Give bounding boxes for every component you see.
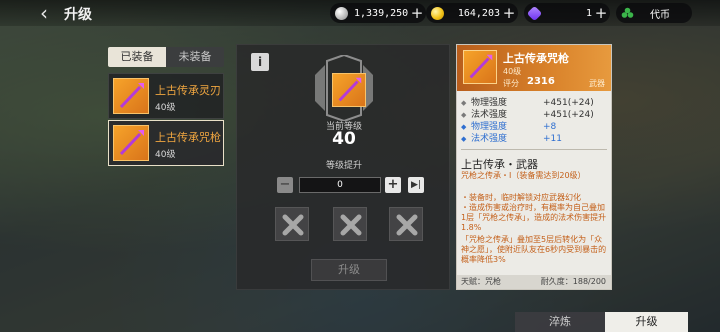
stat-row: ◆ 法术强度 +451(+24) <box>461 109 609 121</box>
set-title: 上古传承・武器 <box>461 158 538 171</box>
stat-value: +11 <box>543 134 562 144</box>
purple-gem-icon <box>526 5 543 21</box>
talent-label: 天赋：咒枪 <box>461 277 501 286</box>
card-item-level: 40级 <box>503 67 522 76</box>
card-header: 上古传承咒枪 40级 评分 2316 武器 <box>457 45 611 91</box>
currency-gem: 1 + <box>524 3 610 23</box>
equipment-level: 40级 <box>155 103 176 113</box>
top-bar: ‹ 升级 1,339,250 + 164,203 + 1 + 代币 <box>0 0 720 26</box>
set-requirement: 咒枪之传承・I（装备需达到20级） <box>461 171 586 180</box>
tab-refine[interactable]: 淬炼 <box>515 312 605 332</box>
gold-coin-icon <box>431 6 444 20</box>
durability-label: 耐久度：188/200 <box>540 277 606 286</box>
info-icon[interactable]: i <box>251 53 269 71</box>
spear-icon <box>113 78 149 114</box>
stat-row-bonus: ◆ 法术强度 +11 <box>461 133 609 145</box>
set-effect-line: 「咒枪之传承」叠加至5层后转化为「众神之愿」，使附近队友在6秒内受到暴击的概率降… <box>461 235 607 264</box>
currency-gem-value: 1 <box>585 7 592 19</box>
diamond-bullet-icon: ◆ <box>461 123 467 131</box>
clover-icon <box>621 7 634 20</box>
card-divider <box>461 149 607 150</box>
stat-name: 物理强度 <box>471 98 508 108</box>
diamond-bullet-icon: ◆ <box>461 99 467 107</box>
equipment-item[interactable]: 上古传承灵刃 40级 <box>108 73 224 119</box>
material-slot-empty[interactable] <box>389 207 423 241</box>
currency-gold-value: 164,203 <box>457 7 500 19</box>
card-footer: 天赋：咒枪 耐久度：188/200 <box>457 275 611 289</box>
cross-icon <box>340 214 362 236</box>
diamond-bullet-icon: ◆ <box>461 135 467 143</box>
cross-icon <box>282 214 304 236</box>
page-title: 升级 <box>64 7 92 23</box>
tab-upgrade[interactable]: 升级 <box>605 312 688 332</box>
increase-button[interactable]: + <box>385 177 401 193</box>
material-slot-empty[interactable] <box>275 207 309 241</box>
back-arrow-icon[interactable]: ‹ <box>40 2 62 24</box>
current-level-value: 40 <box>332 129 356 149</box>
equipment-name: 上古传承灵刃 <box>155 84 221 97</box>
item-detail-card: 上古传承咒枪 40级 评分 2316 武器 ◆ 物理强度 +451(+24) ◆… <box>456 44 612 290</box>
currency-gold: 164,203 + <box>426 3 518 23</box>
set-effect-line: ・造成伤害或治疗时，有概率为自己叠加1层「咒枪之传承」，造成的法术伤害提升1.8… <box>461 203 607 232</box>
selected-weapon-icon <box>332 73 366 107</box>
level-up-label: 等级提升 <box>325 161 362 171</box>
upgrade-button[interactable]: 升级 <box>311 259 387 281</box>
card-item-name: 上古传承咒枪 <box>503 52 569 65</box>
currency-token[interactable]: 代币 <box>616 3 692 23</box>
add-silver-button[interactable]: + <box>408 4 426 22</box>
spear-icon <box>463 50 497 84</box>
equipment-name: 上古传承咒枪 <box>155 131 221 144</box>
set-effect-line: ・装备时，临时解锁对应武器幻化 <box>461 193 581 202</box>
diamond-bullet-icon: ◆ <box>461 111 467 119</box>
stat-row-bonus: ◆ 物理强度 +8 <box>461 121 609 133</box>
card-score: 2316 <box>527 76 555 87</box>
level-amount-field[interactable]: 0 <box>299 177 381 193</box>
stat-value: +451(+24) <box>543 98 594 108</box>
currency-silver-value: 1,339,250 <box>354 7 409 19</box>
cross-icon <box>396 214 418 236</box>
stat-name: 法术强度 <box>471 110 508 120</box>
card-item-type: 武器 <box>589 79 605 88</box>
silver-coin-icon <box>335 6 348 20</box>
add-gold-button[interactable]: + <box>500 4 518 22</box>
stat-row: ◆ 物理强度 +451(+24) <box>461 97 609 109</box>
upgrade-panel: i 当前等级 40 等级提升 − 0 + ▶| 升级 <box>236 44 450 290</box>
equipment-tabs: 已装备 未装备 <box>108 47 224 67</box>
tab-unequipped[interactable]: 未装备 <box>166 47 224 67</box>
currency-token-label: 代币 <box>650 9 670 21</box>
stat-name: 法术强度 <box>471 134 508 144</box>
equipment-level: 40级 <box>155 150 176 160</box>
card-score-label: 评分 <box>503 79 519 88</box>
tab-equipped[interactable]: 已装备 <box>108 47 166 67</box>
add-gem-button[interactable]: + <box>592 4 610 22</box>
decrease-button[interactable]: − <box>277 177 293 193</box>
currency-silver: 1,339,250 + <box>330 3 426 23</box>
equipment-item-selected[interactable]: 上古传承咒枪 40级 <box>108 120 224 166</box>
stat-value: +8 <box>543 122 557 132</box>
spear-icon <box>113 125 149 161</box>
stat-value: +451(+24) <box>543 110 594 120</box>
material-slot-empty[interactable] <box>333 207 367 241</box>
max-button[interactable]: ▶| <box>408 177 424 193</box>
stat-name: 物理强度 <box>471 122 508 132</box>
